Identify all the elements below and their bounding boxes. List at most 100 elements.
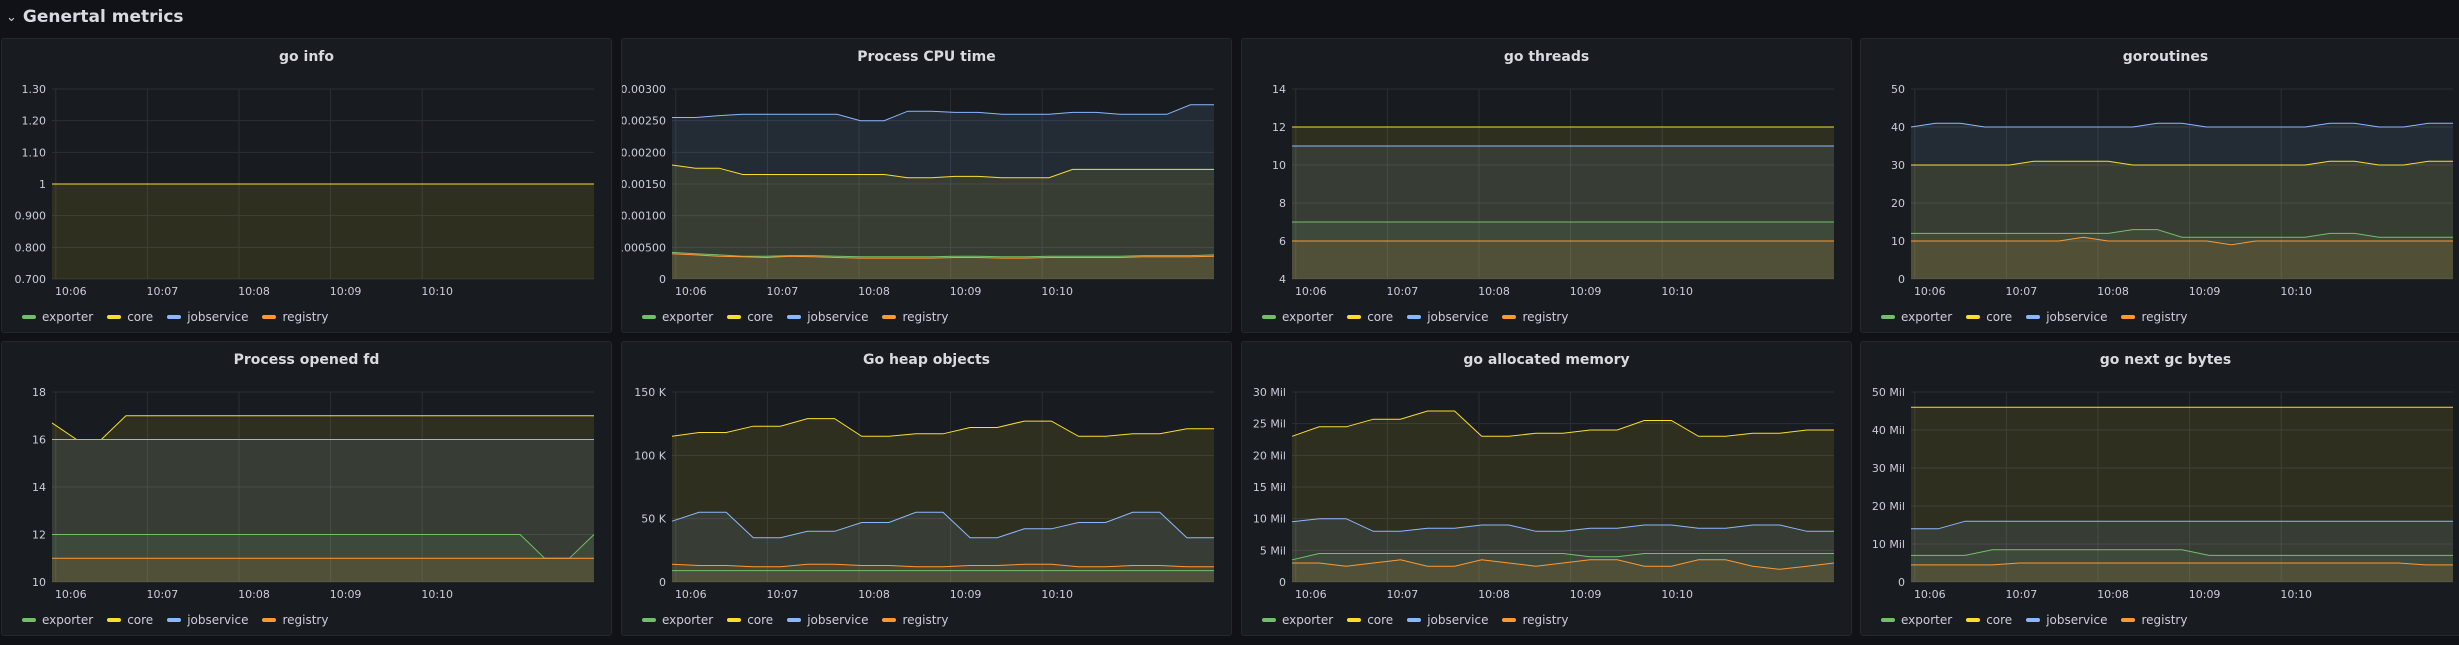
- legend-swatch: [727, 618, 742, 622]
- legend-item-registry[interactable]: registry: [262, 310, 328, 324]
- legend-swatch: [2026, 315, 2041, 319]
- legend-item-jobservice[interactable]: jobservice: [2026, 613, 2107, 627]
- panel-process-opened-fd[interactable]: Process opened fd 10 12 14 16 18 10:06 10:07 10:…: [1, 341, 612, 636]
- x-tick-label: 10:08: [858, 285, 890, 298]
- y-tick-label: 8: [1279, 197, 1286, 210]
- y-tick-label: 10 Mil: [1253, 513, 1286, 526]
- panel-go-heap-objects[interactable]: Go heap objects 0 50 K 100 K 150 K 10:06 10:07…: [621, 341, 1232, 636]
- legend-item-core[interactable]: core: [107, 613, 153, 627]
- legend-label: jobservice: [807, 613, 869, 627]
- legend-item-registry[interactable]: registry: [1502, 613, 1568, 627]
- x-tick-label: 10:07: [2006, 588, 2038, 601]
- chart-plot[interactable]: 4 6 8 10 12 14 10:06 10:07 10:08 10:09 10:10: [1242, 39, 1852, 333]
- panel-go-info[interactable]: go info 0.700 0.800 0.900 1 1.10 1.20 1.30 10:06…: [1, 38, 612, 333]
- chart-plot[interactable]: 0 0.000500 0.00100 0.00150 0.00200 0.00250 0.0…: [622, 39, 1232, 333]
- x-tick-label: 10:06: [675, 285, 707, 298]
- legend-swatch: [22, 618, 36, 622]
- panel-process-cpu-time[interactable]: Process CPU time00.0005000.001000.001500…: [621, 38, 1232, 333]
- legend-label: jobservice: [2046, 613, 2108, 627]
- legend-item-core[interactable]: core: [1966, 310, 2012, 324]
- legend-label: core: [127, 613, 154, 627]
- legend-item-exporter[interactable]: exporter: [1881, 613, 1952, 627]
- x-tick-label: 10:08: [2097, 285, 2129, 298]
- y-tick-label: 15 Mil: [1253, 481, 1286, 494]
- legend-swatch: [1262, 315, 1276, 319]
- chart-plot[interactable]: 0 10 20 30 40 50 10:06 10:07 10:08 10:09 10:10: [1861, 39, 2459, 333]
- chevron-down-icon[interactable]: ⌄: [6, 10, 17, 25]
- legend-item-registry[interactable]: registry: [1502, 310, 1568, 324]
- legend-swatch: [642, 315, 656, 319]
- legend-swatch: [787, 618, 802, 622]
- y-tick-label: 0.00250: [622, 115, 666, 128]
- legend-item-exporter[interactable]: exporter: [642, 613, 713, 627]
- legend-item-jobservice[interactable]: jobservice: [1407, 613, 1488, 627]
- y-tick-label: 0: [1898, 273, 1905, 286]
- legend-item-registry[interactable]: registry: [882, 613, 948, 627]
- y-tick-label: 0: [1279, 576, 1286, 589]
- x-tick-label: 10:06: [1914, 588, 1946, 601]
- y-tick-label: 40 Mil: [1872, 424, 1905, 437]
- legend-item-core[interactable]: core: [727, 613, 773, 627]
- x-tick-label: 10:10: [1661, 285, 1693, 298]
- legend-label: registry: [1522, 310, 1569, 324]
- legend-item-jobservice[interactable]: jobservice: [167, 613, 248, 627]
- row-header[interactable]: ⌄ Genertal metrics: [0, 0, 2459, 34]
- legend-item-registry[interactable]: registry: [262, 613, 328, 627]
- legend-item-registry[interactable]: registry: [2121, 613, 2187, 627]
- x-tick-label: 10:09: [950, 588, 982, 601]
- legend-label: exporter: [1901, 310, 1953, 324]
- series-area-exporter: [672, 570, 1214, 582]
- legend-item-exporter[interactable]: exporter: [642, 310, 713, 324]
- x-tick-label: 10:06: [55, 285, 87, 298]
- legend-item-core[interactable]: core: [1347, 613, 1393, 627]
- legend-label: core: [1367, 613, 1394, 627]
- legend-item-core[interactable]: core: [1347, 310, 1393, 324]
- chart-plot[interactable]: 0 50 K 100 K 150 K 10:06 10:07 10:08 10:09 10:10: [622, 342, 1232, 636]
- legend-item-jobservice[interactable]: jobservice: [787, 310, 868, 324]
- panel-go-threads[interactable]: go threads 4 6 8 10 12 14 10:06 10:07 10:08 10:09 1…: [1241, 38, 1852, 333]
- legend: exporter core jobservice registry: [1262, 611, 1568, 629]
- legend: exporter core jobservice registry: [1262, 308, 1568, 326]
- legend-item-jobservice[interactable]: jobservice: [1407, 310, 1488, 324]
- legend-item-jobservice[interactable]: jobservice: [787, 613, 868, 627]
- chart-plot[interactable]: 10 12 14 16 18 10:06 10:07 10:08 10:09 10:10: [2, 342, 612, 636]
- x-tick-label: 10:10: [2280, 588, 2312, 601]
- panel-go-next-gc-bytes[interactable]: go next gc bytes 0 10 Mil 20 Mil 30 Mil 40 Mi…: [1860, 341, 2459, 636]
- legend-item-jobservice[interactable]: jobservice: [167, 310, 248, 324]
- legend-label: exporter: [42, 613, 94, 627]
- legend-item-jobservice[interactable]: jobservice: [2026, 310, 2107, 324]
- legend-swatch: [167, 315, 182, 319]
- legend-label: exporter: [1282, 613, 1334, 627]
- legend-label: core: [1986, 310, 2013, 324]
- x-tick-label: 10:09: [2189, 285, 2221, 298]
- legend-swatch: [2121, 618, 2136, 622]
- x-tick-label: 10:10: [421, 285, 453, 298]
- legend-item-exporter[interactable]: exporter: [1881, 310, 1952, 324]
- legend-label: core: [1986, 613, 2013, 627]
- x-tick-label: 10:07: [147, 588, 179, 601]
- legend-item-core[interactable]: core: [727, 310, 773, 324]
- x-tick-label: 10:09: [1570, 588, 1602, 601]
- legend-label: jobservice: [1427, 310, 1489, 324]
- panel-goroutines[interactable]: goroutines 0 10 20 30 40 50 10:06 10:07 10:08 10:0…: [1860, 38, 2459, 333]
- chart-plot[interactable]: 0.700 0.800 0.900 1 1.10 1.20 1.30 10:06 10:07 10…: [2, 39, 612, 333]
- legend-item-exporter[interactable]: exporter: [1262, 310, 1333, 324]
- x-tick-label: 10:07: [147, 285, 179, 298]
- legend-item-core[interactable]: core: [107, 310, 153, 324]
- legend-label: registry: [282, 310, 329, 324]
- legend-swatch: [2121, 315, 2136, 319]
- legend-item-registry[interactable]: registry: [2121, 310, 2187, 324]
- legend-item-exporter[interactable]: exporter: [22, 613, 93, 627]
- panel-go-allocated-memory[interactable]: go allocated memory 0 5 Mil 10 Mil 15 Mil 20 …: [1241, 341, 1852, 636]
- legend-item-core[interactable]: core: [1966, 613, 2012, 627]
- chart-plot[interactable]: 0 5 Mil 10 Mil 15 Mil 20 Mil 25 Mil 30 Mil 10:0…: [1242, 342, 1852, 636]
- legend-label: core: [747, 613, 774, 627]
- legend-item-registry[interactable]: registry: [882, 310, 948, 324]
- legend-item-exporter[interactable]: exporter: [22, 310, 93, 324]
- legend-label: jobservice: [2046, 310, 2108, 324]
- y-tick-label: 0.00150: [622, 178, 666, 191]
- y-tick-label: 0.00200: [622, 146, 666, 159]
- legend-item-exporter[interactable]: exporter: [1262, 613, 1333, 627]
- y-tick-label: 1: [39, 178, 46, 191]
- chart-plot[interactable]: 0 10 Mil 20 Mil 30 Mil 40 Mil 50 Mil 10:06 10:0…: [1861, 342, 2459, 636]
